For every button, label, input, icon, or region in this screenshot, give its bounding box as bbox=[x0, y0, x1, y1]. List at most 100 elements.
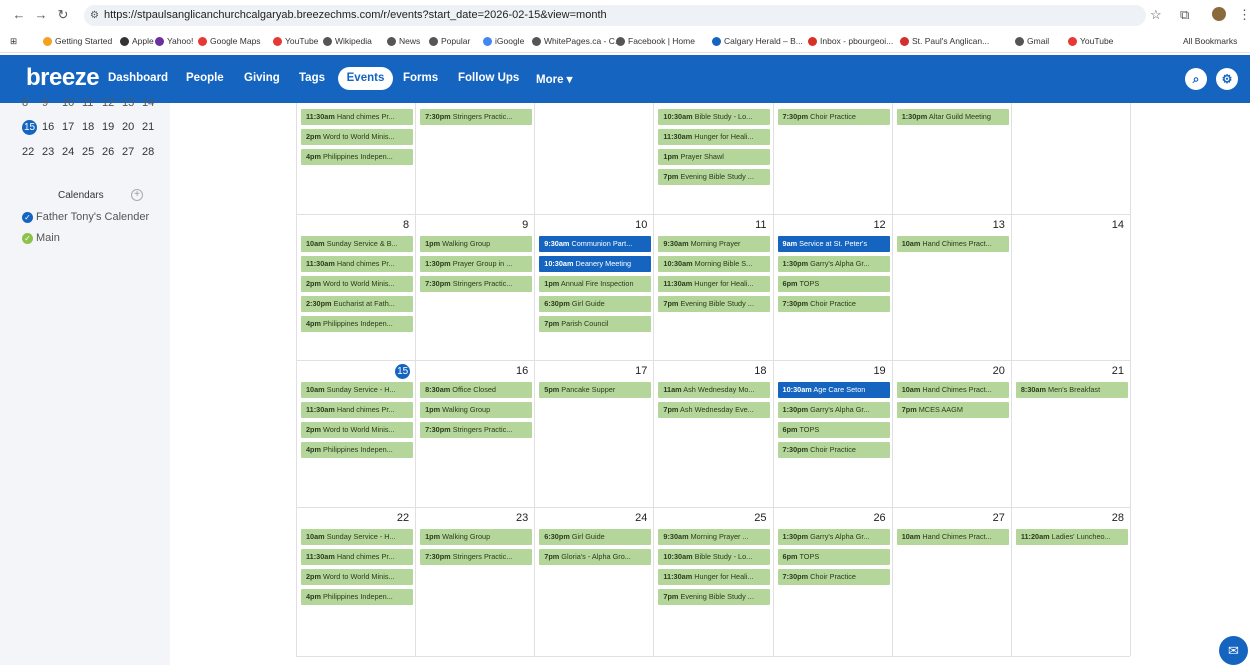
day-number[interactable]: 20 bbox=[985, 365, 1005, 377]
bookmark-item[interactable]: Yahoo! bbox=[155, 36, 193, 46]
calendar-event[interactable]: 1:30pm Prayer Group in ... bbox=[420, 256, 533, 272]
nav-tags[interactable]: Tags bbox=[299, 72, 325, 84]
mini-day[interactable]: 28 bbox=[142, 146, 162, 158]
search-icon[interactable]: ⌕ bbox=[1185, 68, 1207, 90]
mini-day[interactable]: 17 bbox=[62, 121, 82, 133]
calendar-event[interactable]: 10am Hand Chimes Pract... bbox=[896, 529, 1009, 545]
day-number[interactable]: 23 bbox=[508, 512, 528, 524]
calendar-event[interactable]: 10am Sunday Service - H... bbox=[301, 529, 413, 545]
calendar-event[interactable]: 7pm Evening Bible Study ... bbox=[658, 169, 771, 185]
day-number[interactable]: 12 bbox=[866, 219, 885, 231]
calendar-event[interactable]: 1pm Walking Group bbox=[420, 529, 533, 545]
bookmark-item[interactable]: Popular bbox=[429, 36, 470, 46]
calendar-event[interactable]: 1pm Prayer Shawl bbox=[658, 149, 771, 165]
settings-gear-icon[interactable]: ⚙ bbox=[1216, 68, 1238, 90]
calendar-event[interactable]: 11:30am Hunger for Heali... bbox=[658, 276, 771, 292]
day-number[interactable]: 27 bbox=[985, 512, 1005, 524]
day-number[interactable]: 26 bbox=[866, 512, 885, 524]
calendar-event[interactable]: 6pm TOPS bbox=[777, 549, 890, 565]
calendar-event[interactable]: 1pm Annual Fire Inspection bbox=[539, 276, 652, 292]
site-settings-icon[interactable]: ⚙ bbox=[90, 5, 99, 26]
calendar-event[interactable]: 10:30am Bible Study - Lo... bbox=[658, 549, 771, 565]
calendar-event[interactable]: 7:30pm Stringers Practic... bbox=[420, 422, 533, 438]
mini-day[interactable]: 22 bbox=[22, 146, 42, 158]
extensions-icon[interactable]: ⧉ bbox=[1180, 7, 1189, 23]
calendar-event[interactable]: 1pm Walking Group bbox=[420, 402, 533, 418]
profile-avatar[interactable] bbox=[1212, 7, 1226, 21]
mini-day[interactable]: 20 bbox=[122, 121, 142, 133]
calendar-event[interactable]: 10am Hand Chimes Pract... bbox=[896, 382, 1009, 398]
calendar-father-tony[interactable]: ✓ Father Tony's Calender bbox=[22, 211, 149, 223]
day-number[interactable]: 25 bbox=[747, 512, 766, 524]
nav-giving[interactable]: Giving bbox=[244, 72, 280, 84]
calendar-event[interactable]: 7:30pm Stringers Practic... bbox=[420, 109, 533, 125]
add-calendar-icon[interactable]: + bbox=[131, 189, 143, 201]
reload-icon[interactable]: ↻ bbox=[52, 7, 74, 23]
bookmark-item[interactable]: Google Maps bbox=[198, 36, 261, 46]
calendar-event[interactable]: 9:30am Morning Prayer ... bbox=[658, 529, 771, 545]
checkmark-icon[interactable]: ✓ bbox=[22, 232, 33, 244]
nav-people[interactable]: People bbox=[186, 72, 224, 84]
calendar-event[interactable]: 2pm Word to World Minis... bbox=[301, 129, 413, 145]
mini-day[interactable]: 24 bbox=[62, 146, 82, 158]
calendar-event[interactable]: 4pm Philippines Indepen... bbox=[301, 442, 413, 458]
mini-day[interactable]: 18 bbox=[82, 121, 102, 133]
calendar-event[interactable]: 8:30am Men's Breakfast bbox=[1015, 382, 1128, 398]
calendar-event[interactable]: 6pm TOPS bbox=[777, 276, 890, 292]
mini-day[interactable]: 21 bbox=[142, 121, 162, 133]
calendar-event[interactable]: 11:30am Hand chimes Pr... bbox=[301, 402, 413, 418]
calendar-event[interactable]: 6:30pm Girl Guide bbox=[539, 529, 652, 545]
bookmark-item[interactable]: Gmail bbox=[1015, 36, 1049, 46]
calendar-event[interactable]: 10:30am Bible Study - Lo... bbox=[658, 109, 771, 125]
day-number[interactable]: 11 bbox=[747, 219, 766, 231]
nav-more[interactable]: More ▾ bbox=[536, 72, 572, 86]
day-number[interactable]: 21 bbox=[1104, 365, 1124, 377]
calendar-event[interactable]: 7pm Ash Wednesday Eve... bbox=[658, 402, 771, 418]
mini-day[interactable]: 23 bbox=[42, 146, 62, 158]
calendar-event[interactable]: 4pm Philippines Indepen... bbox=[301, 149, 413, 165]
calendar-event[interactable]: 9:30am Communion Part... bbox=[539, 236, 652, 252]
day-number-today[interactable]: 15 bbox=[395, 364, 411, 379]
browser-menu-icon[interactable]: ⋮ bbox=[1238, 7, 1250, 23]
bookmark-item[interactable]: Calgary Herald – B... bbox=[712, 36, 803, 46]
calendar-event[interactable]: 7:30pm Stringers Practic... bbox=[420, 276, 533, 292]
calendar-event[interactable]: 1pm Walking Group bbox=[420, 236, 533, 252]
calendar-event[interactable]: 7:30pm Choir Practice bbox=[777, 109, 890, 125]
calendar-event[interactable]: 10am Hand Chimes Pract... bbox=[896, 236, 1009, 252]
calendar-event[interactable]: 11:20am Ladies' Luncheo... bbox=[1015, 529, 1128, 545]
calendar-event[interactable]: 11:30am Hand chimes Pr... bbox=[301, 256, 413, 272]
calendar-event[interactable]: 6pm TOPS bbox=[777, 422, 890, 438]
day-number[interactable]: 17 bbox=[627, 365, 647, 377]
chat-icon[interactable]: ✉ bbox=[1219, 636, 1248, 665]
calendar-event[interactable]: 7pm Evening Bible Study ... bbox=[658, 296, 771, 312]
calendar-event[interactable]: 2pm Word to World Minis... bbox=[301, 569, 413, 585]
day-number[interactable]: 24 bbox=[627, 512, 647, 524]
all-bookmarks[interactable]: All Bookmarks bbox=[1183, 36, 1237, 46]
calendar-event[interactable]: 7:30pm Stringers Practic... bbox=[420, 549, 533, 565]
calendar-event[interactable]: 9am Service at St. Peter's bbox=[777, 236, 890, 252]
calendar-event[interactable]: 9:30am Morning Prayer bbox=[658, 236, 771, 252]
mini-day[interactable]: 16 bbox=[42, 121, 62, 133]
calendar-event[interactable]: 10:30am Deanery Meeting bbox=[539, 256, 652, 272]
bookmark-item[interactable]: YouTube bbox=[1068, 36, 1113, 46]
calendar-event[interactable]: 7:30pm Choir Practice bbox=[777, 296, 890, 312]
calendar-event[interactable]: 2pm Word to World Minis... bbox=[301, 276, 413, 292]
day-number[interactable]: 28 bbox=[1104, 512, 1124, 524]
mini-day[interactable]: 26 bbox=[102, 146, 122, 158]
calendar-event[interactable]: 6:30pm Girl Guide bbox=[539, 296, 652, 312]
calendar-event[interactable]: 10:30am Morning Bible S... bbox=[658, 256, 771, 272]
calendar-event[interactable]: 11:30am Hunger for Heali... bbox=[658, 129, 771, 145]
calendar-event[interactable]: 4pm Philippines Indepen... bbox=[301, 589, 413, 605]
nav-follow-ups[interactable]: Follow Ups bbox=[458, 72, 519, 84]
calendar-event[interactable]: 7pm MCES AAGM bbox=[896, 402, 1009, 418]
bookmark-item[interactable]: St. Paul's Anglican... bbox=[900, 36, 989, 46]
calendar-event[interactable]: 4pm Philippines Indepen... bbox=[301, 316, 413, 332]
calendar-event[interactable]: 1:30pm Garry's Alpha Gr... bbox=[777, 256, 890, 272]
day-number[interactable]: 22 bbox=[389, 512, 409, 524]
mini-day[interactable]: 19 bbox=[102, 121, 122, 133]
calendar-event[interactable]: 1:30pm Garry's Alpha Gr... bbox=[777, 529, 890, 545]
bookmark-item[interactable]: Apple bbox=[120, 36, 154, 46]
forward-icon[interactable]: → bbox=[30, 7, 52, 22]
checkmark-icon[interactable]: ✓ bbox=[22, 211, 33, 223]
nav-forms[interactable]: Forms bbox=[403, 72, 438, 84]
